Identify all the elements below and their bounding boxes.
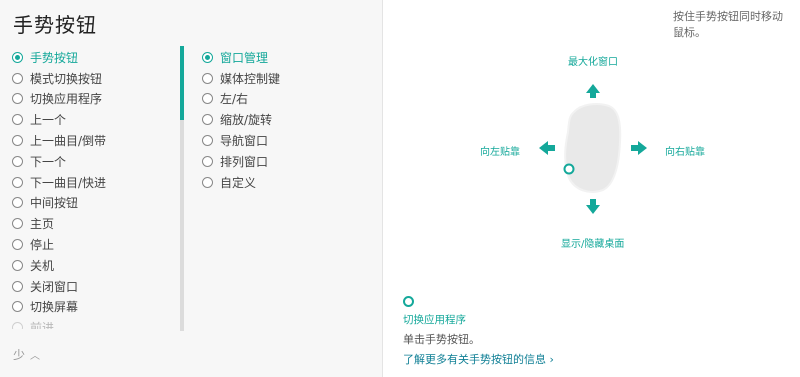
gesture-up-label: 最大化窗口 [568,57,618,68]
button-option-switch-screen[interactable]: 切换屏幕 [12,297,172,318]
gesture-left-label: 向左贴靠 [480,147,520,158]
right-panel: 按住手势按钮同时移动鼠标。 最大化窗口 向左贴靠 向右贴靠 显示/隐藏桌面 切换… [382,0,800,377]
gesture-option-window-management[interactable]: 窗口管理 [202,47,362,68]
left-panel: 手势按钮 手势按钮 模式切换按钮 切换应用程序 上一个 上一曲目/倒带 下一个 … [0,0,382,377]
mouse-body [564,103,622,193]
radio-icon [12,301,23,313]
arrow-right-icon [631,141,647,155]
arrow-down-icon [586,199,600,214]
radio-icon [202,135,213,147]
button-option-stop[interactable]: 停止 [12,234,172,255]
gesture-option-custom[interactable]: 自定义 [202,172,362,193]
radio-icon [12,155,23,167]
radio-icon [12,197,23,209]
gesture-diagram: 最大化窗口 向左贴靠 向右贴靠 显示/隐藏桌面 [383,0,800,280]
gesture-button-indicator [563,163,575,175]
collapse-label: 少 [13,348,26,362]
radio-icon [12,322,23,329]
gesture-option-zoom-rotate[interactable]: 缩放/旋转 [202,109,362,130]
radio-icon [12,135,23,147]
button-option-mode-switch[interactable]: 模式切换按钮 [12,68,172,89]
radio-icon [12,259,23,271]
selected-button-description: 单击手势按钮。 [403,333,480,346]
button-option-home[interactable]: 主页 [12,213,172,234]
gesture-right-label: 向右贴靠 [665,147,705,158]
button-option-middle[interactable]: 中间按钮 [12,193,172,214]
radio-icon [202,51,213,63]
chevron-up-icon: ︿ [30,351,41,362]
gesture-button-icon [403,296,414,307]
radio-icon [12,176,23,188]
gesture-option-navigate-window[interactable]: 导航窗口 [202,130,362,151]
button-option-switch-app[interactable]: 切换应用程序 [12,89,172,110]
radio-icon [12,72,23,84]
arrow-up-icon [586,84,600,98]
radio-icon [202,93,213,105]
radio-icon [12,239,23,251]
learn-more-link[interactable]: 了解更多有关手势按钮的信息 › [403,351,554,367]
selected-button-info: 切换应用程序 单击手势按钮。 了解更多有关手势按钮的信息 › [403,296,554,367]
button-option-previous[interactable]: 上一个 [12,109,172,130]
gesture-option-arrange-windows[interactable]: 排列窗口 [202,151,362,172]
radio-icon [202,176,213,188]
button-option-forward[interactable]: 前进 [12,317,172,329]
button-option-next[interactable]: 下一个 [12,151,172,172]
gesture-option-media-control[interactable]: 媒体控制键 [202,68,362,89]
button-option-next-track[interactable]: 下一曲目/快进 [12,172,172,193]
radio-icon [12,114,23,126]
radio-icon [12,280,23,292]
radio-icon [12,218,23,230]
page-title: 手势按钮 [13,13,97,37]
arrow-left-icon [539,141,555,155]
radio-icon [202,155,213,167]
radio-icon [12,51,23,63]
button-option-gesture[interactable]: 手势按钮 [12,47,172,68]
gesture-options-list: 窗口管理 媒体控制键 左/右 缩放/旋转 导航窗口 排列窗口 自定义 [202,47,362,193]
selected-button-name: 切换应用程序 [403,314,466,326]
gesture-option-left-right[interactable]: 左/右 [202,89,362,110]
radio-icon [12,93,23,105]
scrollbar-thumb[interactable] [180,46,184,120]
gesture-down-label: 显示/隐藏桌面 [561,239,625,250]
button-option-close-window[interactable]: 关闭窗口 [12,276,172,297]
radio-icon [202,114,213,126]
button-list: 手势按钮 模式切换按钮 切换应用程序 上一个 上一曲目/倒带 下一个 下一曲目/… [12,47,172,329]
button-option-shutdown[interactable]: 关机 [12,255,172,276]
radio-icon [202,72,213,84]
button-option-prev-track[interactable]: 上一曲目/倒带 [12,130,172,151]
collapse-toggle[interactable]: 少 ︿ [13,346,40,363]
